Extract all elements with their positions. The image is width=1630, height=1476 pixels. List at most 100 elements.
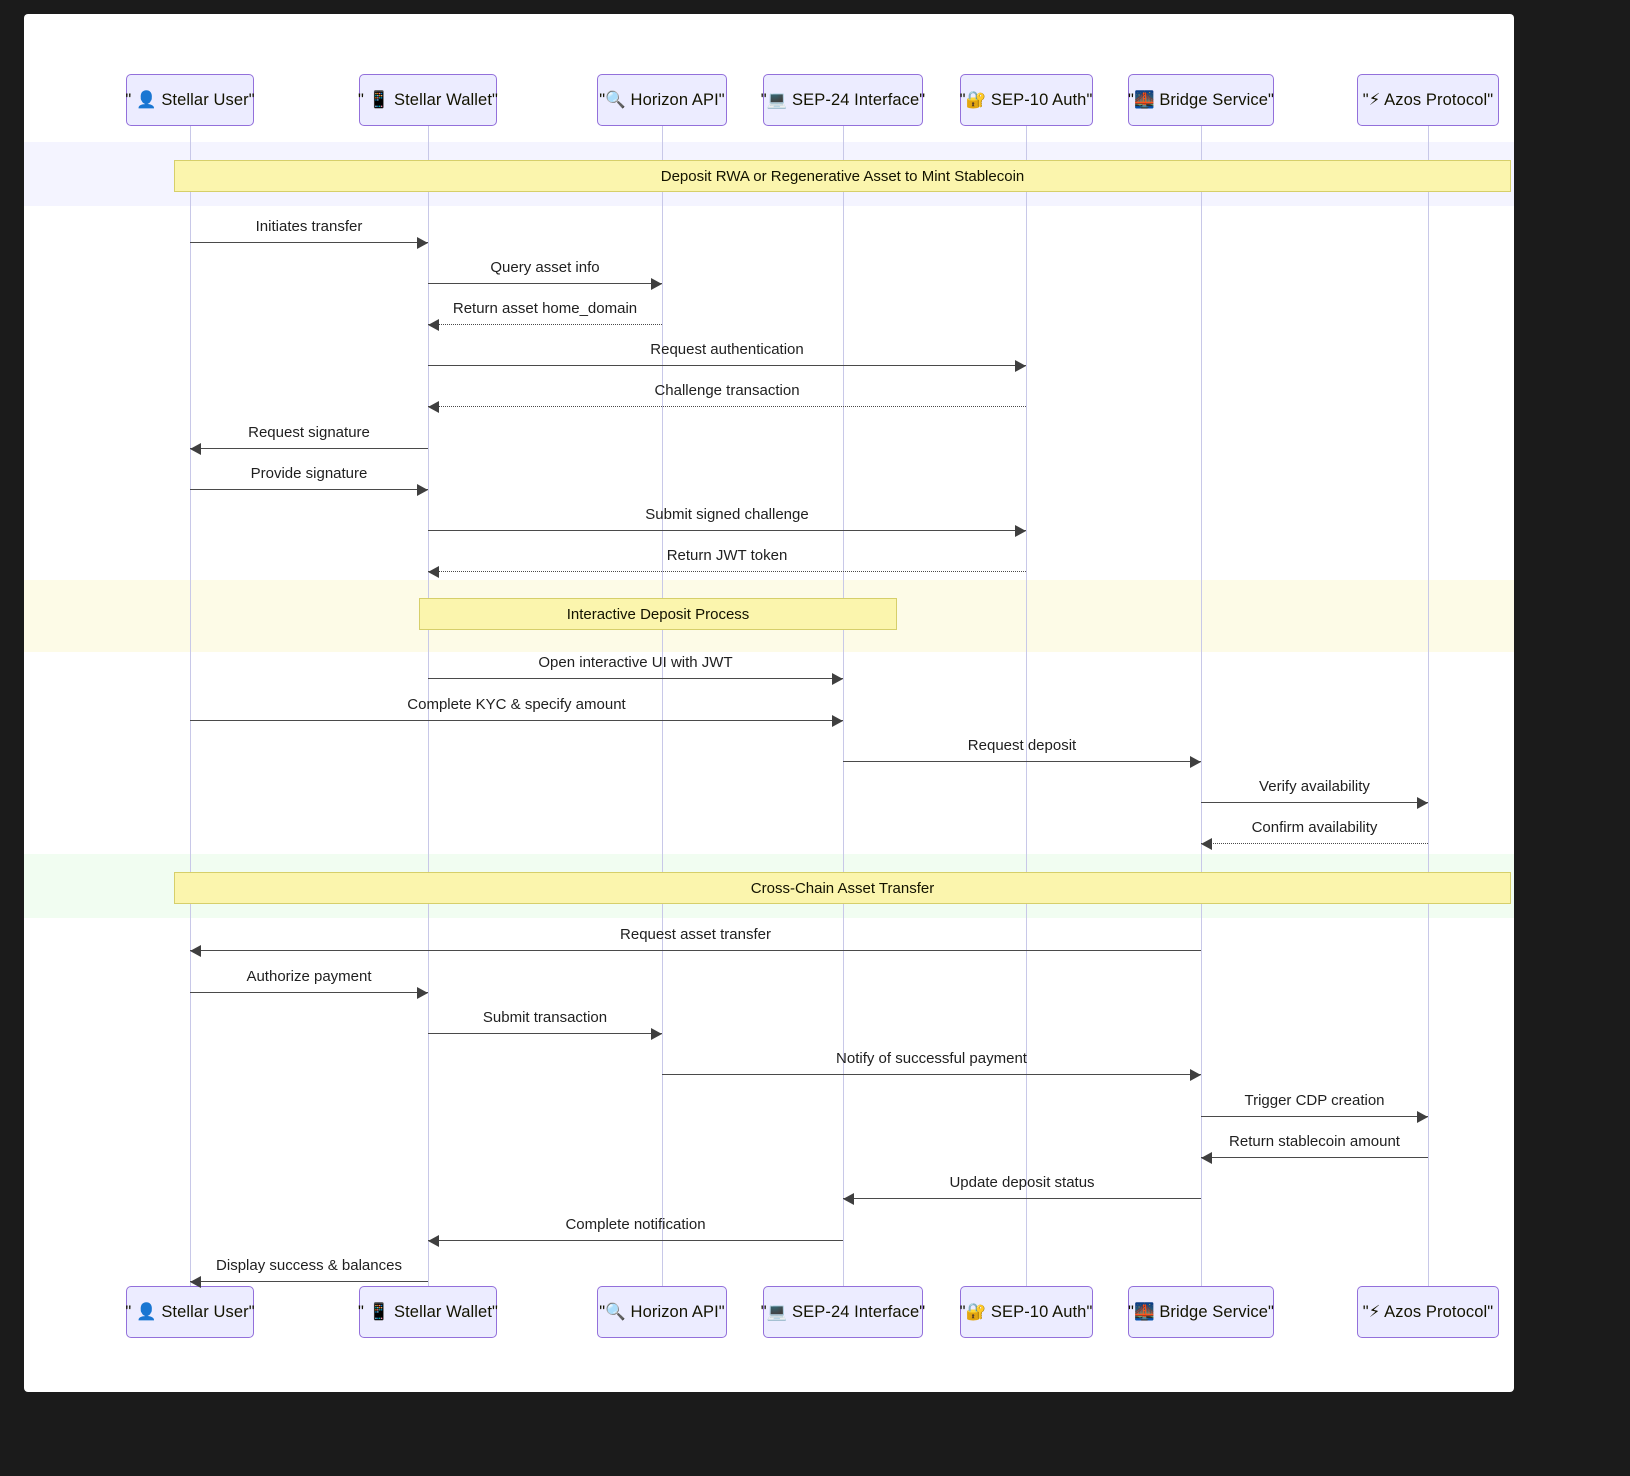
lifeline-horizon xyxy=(662,126,663,1286)
message-arrowhead xyxy=(190,1276,201,1288)
message-line xyxy=(428,1240,843,1241)
message-arrowhead xyxy=(428,1235,439,1247)
message-arrowhead xyxy=(1417,797,1428,809)
message-label: Request signature xyxy=(248,424,370,441)
message-label: Request deposit xyxy=(967,737,1077,754)
message-line xyxy=(428,283,662,284)
participant-label: "🌉 Bridge Service" xyxy=(1128,90,1274,109)
participant-horizon-top[interactable]: "🔍 Horizon API" xyxy=(597,74,727,126)
participant-bridge-bottom[interactable]: "🌉 Bridge Service" xyxy=(1128,1286,1274,1338)
message-arrowhead xyxy=(428,319,439,331)
message-label: Confirm availability xyxy=(1251,819,1378,836)
message-label: Challenge transaction xyxy=(654,382,800,399)
participant-label: "🔐 SEP-10 Auth" xyxy=(959,90,1093,109)
participant-label: "💻 SEP-24 Interface" xyxy=(760,90,926,109)
message-line xyxy=(843,761,1201,762)
message-arrowhead xyxy=(832,715,843,727)
participant-azos-bottom[interactable]: "⚡ Azos Protocol" xyxy=(1357,1286,1499,1338)
message-arrowhead xyxy=(832,673,843,685)
message-label: Submit signed challenge xyxy=(645,506,809,523)
message-line xyxy=(1201,843,1428,844)
message-arrowhead xyxy=(190,443,201,455)
message-line xyxy=(1201,802,1428,803)
message-arrowhead xyxy=(651,278,662,290)
message-arrowhead xyxy=(651,1028,662,1040)
message-line xyxy=(190,950,1201,951)
participant-sep24-top[interactable]: "💻 SEP-24 Interface" xyxy=(760,74,926,126)
lifeline-sep10 xyxy=(1026,126,1027,1286)
message-line xyxy=(428,406,1026,407)
participant-label: " 📱 Stellar Wallet" xyxy=(358,1302,498,1321)
message-arrowhead xyxy=(190,945,201,957)
message-label: Open interactive UI with JWT xyxy=(538,654,733,671)
participant-label: " 📱 Stellar Wallet" xyxy=(358,90,498,109)
participant-user-bottom[interactable]: " 👤 Stellar User" xyxy=(125,1286,255,1338)
participant-label: "🔍 Horizon API" xyxy=(599,90,725,109)
message-line xyxy=(190,720,843,721)
section-title-label: Deposit RWA or Regenerative Asset to Min… xyxy=(660,167,1025,185)
message-line xyxy=(190,448,428,449)
participant-horizon-bottom[interactable]: "🔍 Horizon API" xyxy=(597,1286,727,1338)
participant-sep10-bottom[interactable]: "🔐 SEP-10 Auth" xyxy=(959,1286,1093,1338)
message-arrowhead xyxy=(417,484,428,496)
participant-label: "⚡ Azos Protocol" xyxy=(1362,91,1494,109)
participant-sep10-top[interactable]: "🔐 SEP-10 Auth" xyxy=(959,74,1093,126)
message-line xyxy=(428,530,1026,531)
message-line xyxy=(190,992,428,993)
participant-label: " 👤 Stellar User" xyxy=(125,1302,255,1321)
message-label: Return stablecoin amount xyxy=(1229,1133,1400,1150)
message-label: Verify availability xyxy=(1259,778,1370,795)
message-label: Initiates transfer xyxy=(255,218,363,235)
participant-bridge-top[interactable]: "🌉 Bridge Service" xyxy=(1128,74,1274,126)
participant-label: "🌉 Bridge Service" xyxy=(1128,1302,1274,1321)
participant-label: "💻 SEP-24 Interface" xyxy=(760,1302,926,1321)
message-line xyxy=(428,678,843,679)
message-label: Complete notification xyxy=(565,1216,706,1233)
message-line xyxy=(843,1198,1201,1199)
sequence-diagram: " 👤 Stellar User" " 📱 Stellar Wallet" "🔍 H… xyxy=(24,14,1514,1392)
message-arrowhead xyxy=(1201,838,1212,850)
message-arrowhead xyxy=(1015,525,1026,537)
message-line xyxy=(190,242,428,243)
diagram-canvas: " 👤 Stellar User" " 📱 Stellar Wallet" "🔍 H… xyxy=(24,14,1514,1392)
message-label: Trigger CDP creation xyxy=(1244,1092,1385,1109)
message-line xyxy=(1201,1157,1428,1158)
message-label: Complete KYC & specify amount xyxy=(407,696,626,713)
lifeline-azos xyxy=(1428,126,1429,1286)
participant-label: "⚡ Azos Protocol" xyxy=(1362,1303,1494,1321)
participant-label: "🔍 Horizon API" xyxy=(599,1302,725,1321)
message-arrowhead xyxy=(1201,1152,1212,1164)
section-title-label: Interactive Deposit Process xyxy=(566,605,750,623)
message-label: Display success & balances xyxy=(216,1257,402,1274)
participant-sep24-bottom[interactable]: "💻 SEP-24 Interface" xyxy=(760,1286,926,1338)
message-line xyxy=(190,1281,428,1282)
message-arrowhead xyxy=(417,987,428,999)
participant-label: " 👤 Stellar User" xyxy=(125,90,255,109)
message-line xyxy=(428,365,1026,366)
message-line xyxy=(428,1033,662,1034)
participant-user-top[interactable]: " 👤 Stellar User" xyxy=(125,74,255,126)
message-arrowhead xyxy=(1190,1069,1201,1081)
message-line xyxy=(428,324,662,325)
message-line xyxy=(1201,1116,1428,1117)
lifeline-bridge xyxy=(1201,126,1202,1286)
message-arrowhead xyxy=(1015,360,1026,372)
participant-wallet-top[interactable]: " 📱 Stellar Wallet" xyxy=(358,74,498,126)
message-label: Update deposit status xyxy=(949,1174,1095,1191)
message-line xyxy=(428,571,1026,572)
section-title-sec3: Cross-Chain Asset Transfer xyxy=(174,872,1511,904)
section-title-sec1: Deposit RWA or Regenerative Asset to Min… xyxy=(174,160,1511,192)
message-label: Request asset transfer xyxy=(620,926,771,943)
participant-wallet-bottom[interactable]: " 📱 Stellar Wallet" xyxy=(358,1286,498,1338)
lifeline-user xyxy=(190,126,191,1286)
message-line xyxy=(662,1074,1201,1075)
message-label: Return asset home_domain xyxy=(452,300,638,317)
message-arrowhead xyxy=(428,401,439,413)
message-arrowhead xyxy=(428,566,439,578)
message-label: Query asset info xyxy=(490,259,600,276)
message-arrowhead xyxy=(1417,1111,1428,1123)
message-label: Return JWT token xyxy=(666,547,788,564)
screenshot-page: " 👤 Stellar User" " 📱 Stellar Wallet" "🔍 H… xyxy=(0,0,1630,1476)
message-arrowhead xyxy=(843,1193,854,1205)
participant-azos-top[interactable]: "⚡ Azos Protocol" xyxy=(1357,74,1499,126)
